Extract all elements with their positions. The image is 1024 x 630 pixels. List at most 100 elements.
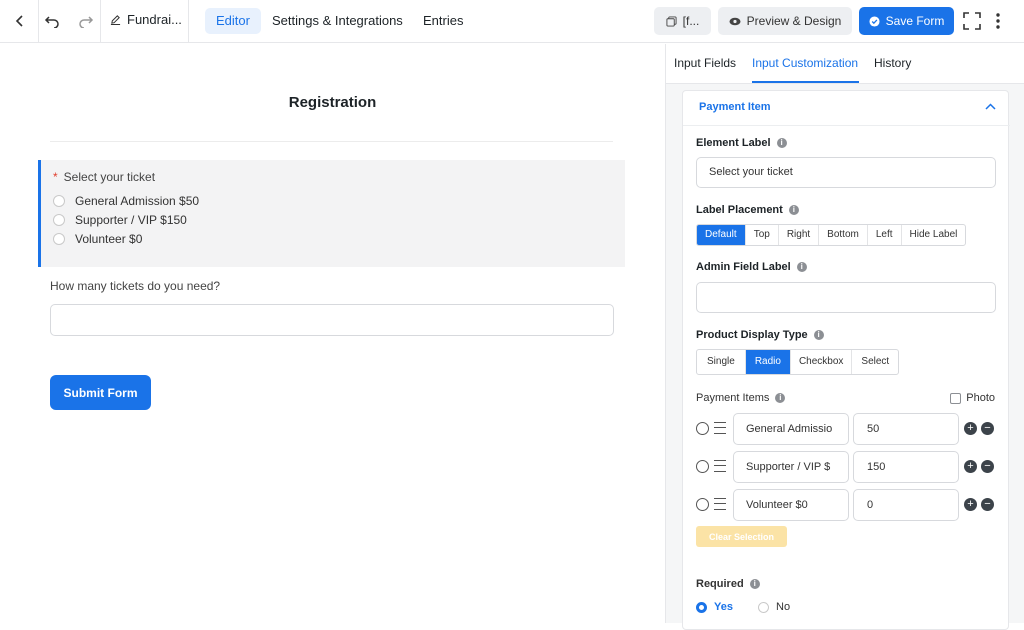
placement-right-option[interactable]: Right xyxy=(779,225,820,245)
product-display-segment: Single Radio Checkbox Select xyxy=(696,349,900,375)
payment-item-value-input[interactable]: 0 xyxy=(853,489,959,521)
add-item-icon[interactable]: + xyxy=(964,498,977,511)
form-canvas: Registration * Select your ticket General… xyxy=(0,44,665,623)
fullscreen-icon[interactable] xyxy=(962,11,982,31)
drag-handle-icon[interactable] xyxy=(714,422,726,434)
placement-bottom-option[interactable]: Bottom xyxy=(819,225,868,245)
label-placement-text: Label Placement xyxy=(696,204,783,216)
shortcode-button[interactable]: [f... xyxy=(654,7,711,35)
form-name-label: Fundrai... xyxy=(127,12,182,27)
payment-item-name-input[interactable]: Supporter / VIP $ xyxy=(733,451,849,483)
info-icon[interactable]: i xyxy=(788,205,799,215)
tab-entries[interactable]: Entries xyxy=(412,8,474,34)
placement-top-option[interactable]: Top xyxy=(746,225,779,245)
save-label: Save Form xyxy=(885,14,945,28)
quantity-input[interactable] xyxy=(50,304,614,336)
payment-item-card: Payment Item Element Label i Select your… xyxy=(682,90,1010,630)
more-options-icon[interactable] xyxy=(988,11,1008,31)
form-title: Registration xyxy=(288,94,377,111)
element-label-text: Element Label xyxy=(696,137,771,149)
quantity-label: How many tickets do you need? xyxy=(50,279,221,293)
preview-design-button[interactable]: Preview & Design xyxy=(718,7,852,35)
placement-left-option[interactable]: Left xyxy=(868,225,902,245)
tab-settings-integrations[interactable]: Settings & Integrations xyxy=(261,8,414,34)
admin-field-label-title: Admin Field Label i xyxy=(696,261,807,273)
preview-label: Preview & Design xyxy=(746,14,842,28)
remove-item-icon[interactable]: − xyxy=(981,498,994,511)
payment-item-name-input[interactable]: Volunteer $0 xyxy=(733,489,849,521)
tab-history[interactable]: History xyxy=(874,56,911,70)
title-divider xyxy=(50,141,613,142)
element-label-input[interactable]: Select your ticket xyxy=(696,157,996,188)
ticket-option-label: General Admission $50 xyxy=(75,194,200,208)
info-icon[interactable]: i xyxy=(775,393,786,403)
save-form-button[interactable]: Save Form xyxy=(859,7,954,35)
chevron-up-icon[interactable] xyxy=(985,101,996,113)
default-radio[interactable] xyxy=(696,460,709,473)
ticket-option[interactable]: General Admission $50 xyxy=(53,194,199,208)
radio-selected[interactable] xyxy=(696,601,707,613)
display-single-option[interactable]: Single xyxy=(697,350,746,374)
admin-field-label-input[interactable] xyxy=(696,282,996,313)
photo-checkbox[interactable] xyxy=(950,392,962,404)
ticket-option-label: Supporter / VIP $150 xyxy=(75,213,187,227)
drag-handle-icon[interactable] xyxy=(714,460,726,472)
eye-icon xyxy=(729,17,741,25)
radio-circle[interactable] xyxy=(53,214,65,226)
default-radio[interactable] xyxy=(696,498,709,511)
active-tab-indicator xyxy=(752,81,859,83)
info-icon[interactable]: i xyxy=(776,138,787,148)
tab-input-customization[interactable]: Input Customization xyxy=(752,56,858,70)
remove-item-icon[interactable]: − xyxy=(981,460,994,473)
redo-icon[interactable] xyxy=(76,11,96,31)
ticket-option-label: Volunteer $0 xyxy=(75,232,143,246)
form-name[interactable]: Fundrai... xyxy=(110,12,182,27)
check-circle-icon xyxy=(869,15,880,27)
display-select-option[interactable]: Select xyxy=(852,350,898,374)
payment-items-text: Payment Items xyxy=(696,392,770,404)
required-no-option[interactable]: No xyxy=(758,601,790,613)
photo-toggle[interactable]: Photo xyxy=(950,392,995,404)
ticket-label-text: Select your ticket xyxy=(63,170,156,184)
add-item-icon[interactable]: + xyxy=(964,460,977,473)
radio-unselected[interactable] xyxy=(758,601,769,613)
display-radio-option[interactable]: Radio xyxy=(745,350,791,374)
ticket-option[interactable]: Volunteer $0 xyxy=(53,232,142,246)
required-yes-label: Yes xyxy=(714,601,733,613)
section-header[interactable]: Payment Item xyxy=(683,91,1010,126)
add-item-icon[interactable]: + xyxy=(964,422,977,435)
remove-item-icon[interactable]: − xyxy=(981,422,994,435)
payment-item-value-input[interactable]: 150 xyxy=(853,451,959,483)
payment-item-row: General Admissio 50 + − xyxy=(696,413,1006,445)
default-radio[interactable] xyxy=(696,422,709,435)
ticket-field-selected[interactable]: * Select your ticket General Admission $5… xyxy=(38,160,625,267)
product-display-type-title: Product Display Type i xyxy=(696,329,824,341)
element-label-title: Element Label i xyxy=(696,137,787,149)
required-mark: * xyxy=(53,170,58,184)
required-yes-option[interactable]: Yes xyxy=(696,601,733,613)
ticket-option[interactable]: Supporter / VIP $150 xyxy=(53,213,187,227)
payment-item-value-input[interactable]: 50 xyxy=(853,413,959,445)
back-icon[interactable] xyxy=(10,11,30,31)
required-text: Required xyxy=(696,578,744,590)
drag-handle-icon[interactable] xyxy=(714,498,726,510)
placement-default-option[interactable]: Default xyxy=(697,225,746,245)
payment-item-name-input[interactable]: General Admissio xyxy=(733,413,849,445)
label-placement-segment: Default Top Right Bottom Left Hide Label xyxy=(696,224,967,246)
info-icon[interactable]: i xyxy=(796,262,807,272)
pencil-icon xyxy=(110,15,121,25)
submit-form-button[interactable]: Submit Form xyxy=(50,375,151,410)
tab-editor[interactable]: Editor xyxy=(205,8,261,34)
placement-hide-label-option[interactable]: Hide Label xyxy=(902,225,966,245)
undo-icon[interactable] xyxy=(42,11,62,31)
display-checkbox-option[interactable]: Checkbox xyxy=(791,350,853,374)
clear-selection-button[interactable]: Clear Selection xyxy=(696,526,787,547)
shortcode-label: [f... xyxy=(682,14,700,28)
divider xyxy=(188,0,189,43)
info-icon[interactable]: i xyxy=(749,579,760,589)
radio-circle[interactable] xyxy=(53,195,65,207)
copy-icon xyxy=(666,15,677,27)
tab-input-fields[interactable]: Input Fields xyxy=(674,56,736,70)
radio-circle[interactable] xyxy=(53,233,65,245)
info-icon[interactable]: i xyxy=(813,330,824,340)
